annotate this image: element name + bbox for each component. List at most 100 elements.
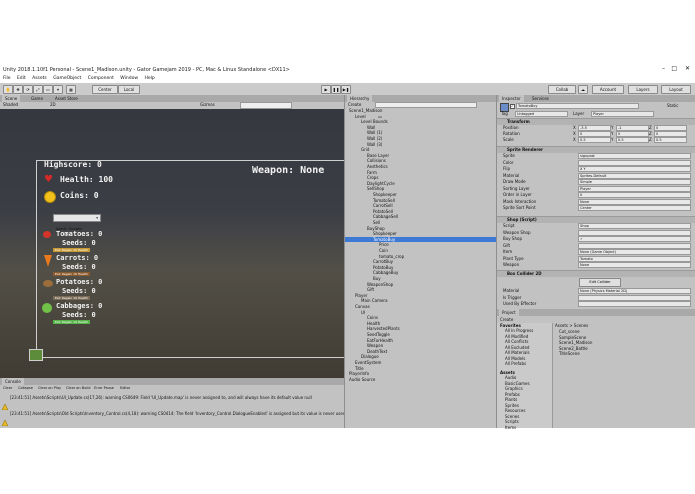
tab-scene[interactable]: Scene (2, 95, 21, 102)
layers-dropdown[interactable]: Layers (628, 85, 658, 94)
favorites-item[interactable]: All In Progress (505, 328, 533, 333)
hierarchy-item[interactable]: SellShop (345, 186, 519, 191)
hierarchy-item[interactable]: DeathText (345, 349, 519, 354)
tab-asset-store[interactable]: Asset Store (52, 95, 81, 102)
favorites-item[interactable]: All Excluded (505, 345, 529, 350)
collab-button[interactable]: Collab (548, 85, 576, 94)
seeds-dropdown[interactable]: Seeds: Tomato ▾ (53, 214, 101, 231)
error-pause-toggle[interactable]: Error Pause (94, 386, 114, 391)
custom-tool-icon[interactable]: ▦ (66, 85, 76, 94)
shop-script-header[interactable]: Shop (Script) (497, 216, 695, 223)
hand-tool-icon[interactable]: ✋ (3, 85, 13, 94)
hierarchy-item[interactable]: Collisions (345, 158, 519, 163)
shading-mode-dropdown[interactable]: Shaded (3, 102, 18, 107)
hierarchy-item[interactable]: Grid (345, 147, 513, 152)
hierarchy-item[interactable]: Weapon (345, 343, 519, 348)
rotate-tool-icon[interactable]: ⟳ (23, 85, 33, 94)
box-collider-header[interactable]: Box Collider 2D (497, 270, 695, 277)
eat-tomato-button[interactable]: Eat: Regain 10 Health (53, 248, 90, 252)
active-checkbox[interactable]: ✓ (510, 104, 515, 109)
tab-game[interactable]: Game (28, 95, 46, 102)
hierarchy-item[interactable]: Wall (2) (345, 136, 519, 141)
hierarchy-item[interactable]: Dialogue (345, 354, 513, 359)
close-icon[interactable]: ✕ (685, 66, 690, 72)
menu-help[interactable]: Help (144, 76, 154, 81)
collapse-toggle[interactable]: Collapse (18, 386, 33, 391)
assets-tree-item[interactable]: Plants (505, 397, 517, 402)
hierarchy-item[interactable]: WeaponShop (345, 282, 519, 287)
hierarchy-item[interactable]: Level Bounds (345, 119, 513, 124)
hierarchy-item[interactable]: Audio Source (345, 377, 501, 382)
transform-z-field[interactable]: 0.5 (654, 137, 687, 143)
favorites-item[interactable]: All Conflicts (505, 339, 529, 344)
hierarchy-create-dropdown[interactable]: Create (348, 102, 361, 107)
assets-tree-item[interactable]: Scripts (505, 419, 519, 424)
assets-tree-item[interactable]: BasicGames (505, 381, 530, 386)
hierarchy-item[interactable]: Gift (345, 287, 519, 292)
property-value[interactable]: None (578, 198, 691, 205)
tab-hierarchy[interactable]: Hierarchy (347, 95, 373, 102)
hierarchy-item[interactable]: Coins (345, 315, 519, 320)
editor-dropdown[interactable]: Editor (120, 386, 130, 391)
gizmos-dropdown[interactable]: Gizmos (200, 102, 215, 107)
property-value[interactable]: Simple (578, 179, 691, 185)
assets-tree-item[interactable]: Resources (505, 408, 525, 413)
property-value[interactable] (578, 242, 691, 249)
clear-on-build-toggle[interactable]: Clear on Build (66, 386, 91, 391)
eat-carrot-button[interactable]: Eat: Regain 10 Health (53, 272, 90, 276)
assets-tree-item[interactable]: Graphics (505, 386, 523, 391)
object-name-field[interactable]: TomatoBuy (516, 103, 639, 109)
property-value[interactable]: Player (578, 185, 691, 192)
favorites-item[interactable]: All Modified (505, 334, 528, 339)
assets-tree-item[interactable]: Items (505, 425, 516, 430)
hierarchy-item[interactable]: Wall (3) (345, 142, 519, 147)
hierarchy-item[interactable]: PlayerInfo (345, 371, 501, 376)
scale-tool-icon[interactable]: ⤢ (33, 85, 43, 94)
layer-dropdown[interactable]: Player (591, 111, 654, 117)
scene-file[interactable]: Scene1_Madison (559, 340, 592, 345)
step-icon[interactable]: ▶❚ (341, 85, 351, 94)
layout-dropdown[interactable]: Layout (661, 85, 691, 94)
menu-file[interactable]: File (3, 76, 11, 81)
property-value[interactable]: ✓ (578, 236, 691, 242)
rect-tool-icon[interactable]: ▭ (43, 85, 53, 94)
tab-project[interactable]: Project (499, 309, 519, 316)
static-toggle[interactable]: Static (667, 103, 678, 108)
eat-cabbage-button[interactable]: Eat: Regain 10 Health (53, 320, 90, 324)
hierarchy-item[interactable]: EventSystem (345, 360, 507, 365)
account-dropdown[interactable]: Account (592, 85, 624, 94)
2d-toggle[interactable]: 2D (50, 102, 56, 107)
console-message[interactable]: [23:41:51] Assets\Scripts\UI_Update.cs(1… (10, 395, 312, 400)
menu-window[interactable]: Window (120, 76, 138, 81)
hierarchy-item[interactable]: Aesthetics (345, 164, 519, 169)
property-value[interactable]: Tomato (578, 255, 691, 262)
property-value[interactable]: None (Physics Material 2D) (578, 288, 691, 294)
hierarchy-item[interactable]: Base Layer (345, 153, 519, 158)
property-value[interactable] (578, 159, 691, 166)
cloud-icon[interactable]: ☁ (578, 85, 588, 94)
pivot-center-toggle[interactable]: Center (92, 85, 118, 94)
favorites-item[interactable]: All Models (505, 356, 525, 361)
clear-button[interactable]: Clear (3, 386, 12, 391)
hierarchy-item[interactable]: HarvestedPlants (345, 326, 519, 331)
property-value[interactable] (578, 229, 691, 236)
hierarchy-item[interactable]: Health (345, 321, 519, 326)
transform-tool-icon[interactable]: ⌖ (53, 85, 63, 94)
tab-services[interactable]: Services (529, 95, 552, 102)
hierarchy-item[interactable]: Crops (345, 175, 519, 180)
hierarchy-item[interactable]: BuyShop (345, 226, 519, 231)
hierarchy-item[interactable]: Canvas (345, 304, 507, 309)
scene-file[interactable]: Scene2_Battle (559, 346, 588, 351)
property-value[interactable]: 0 (578, 192, 691, 198)
hierarchy-item[interactable]: Farm (345, 170, 519, 175)
hierarchy-item[interactable]: Wall (345, 125, 519, 130)
edit-collider-button[interactable]: Edit Collider (579, 278, 621, 287)
hierarchy-item[interactable]: Title (345, 366, 507, 371)
pause-icon[interactable]: ❚❚ (331, 85, 341, 94)
property-value[interactable]: None (578, 262, 691, 268)
project-create-dropdown[interactable]: Create (500, 317, 513, 322)
scene-viewport[interactable]: Highscore: 0 ♥ Health: 100 Coins: 0 Weap… (0, 109, 348, 378)
hierarchy-item[interactable]: Scene1_Madison (345, 108, 501, 113)
hierarchy-item[interactable]: Main Camera (345, 298, 513, 303)
property-value[interactable]: X Y (578, 166, 691, 172)
